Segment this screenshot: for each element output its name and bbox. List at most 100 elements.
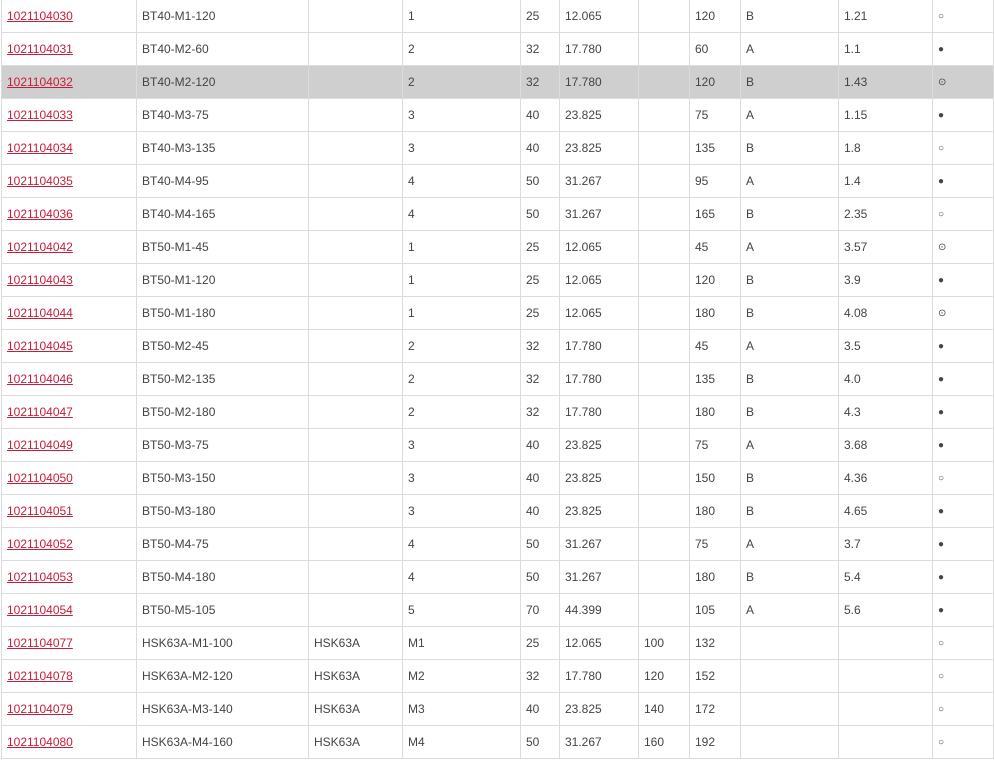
cell-text: 2 <box>408 372 415 386</box>
part-code-cell[interactable]: 1021104045 <box>1 329 137 363</box>
part-code-link[interactable]: 1021104049 <box>7 438 73 452</box>
part-code-cell[interactable]: 1021104052 <box>1 527 137 561</box>
part-code-cell[interactable]: 1021104053 <box>1 560 137 594</box>
table-row[interactable]: 1021104054 BT50-M5-105 5 70 44.399 105 A 5.6 ● <box>1 593 994 627</box>
table-row[interactable]: 1021104052 BT50-M4-75 4 50 31.267 75 A 3.7 ● <box>1 527 994 561</box>
part-code-link[interactable]: 1021104077 <box>7 636 73 650</box>
table-row[interactable]: 1021104046 BT50-M2-135 2 32 17.780 135 B 4.0 ● <box>1 362 994 396</box>
table-row[interactable]: 1021104047 BT50-M2-180 2 32 17.780 180 B 4.3 ● <box>1 395 994 429</box>
part-code-cell[interactable]: 1021104080 <box>1 725 137 759</box>
part-code-link[interactable]: 1021104078 <box>7 669 73 683</box>
table-row[interactable]: 1021104030 BT40-M1-120 1 25 12.065 120 B 1.21 ○ <box>1 0 994 33</box>
size-cell: 3 <box>402 428 521 462</box>
part-code-link[interactable]: 1021104047 <box>7 405 73 419</box>
size-cell: 4 <box>402 197 521 231</box>
part-code-cell[interactable]: 1021104051 <box>1 494 137 528</box>
part-code-link[interactable]: 1021104046 <box>7 372 73 386</box>
part-code-cell[interactable]: 1021104046 <box>1 362 137 396</box>
size-cell: M3 <box>402 692 521 726</box>
table-row[interactable]: 1021104044 BT50-M1-180 1 25 12.065 180 B 4.08 ⊙ <box>1 296 994 330</box>
part-code-link[interactable]: 1021104030 <box>7 9 73 23</box>
cell-text: 50 <box>526 570 540 584</box>
part-code-link[interactable]: 1021104032 <box>7 75 73 89</box>
cell-text: B <box>746 273 755 287</box>
table-row[interactable]: 1021104077 HSK63A-M1-100 HSK63A M1 25 12.065 1… <box>1 626 994 660</box>
table-row[interactable]: 1021104050 BT50-M3-150 3 40 23.825 150 B 4.36 ○ <box>1 461 994 495</box>
part-code-cell[interactable]: 1021104050 <box>1 461 137 495</box>
table-row[interactable]: 1021104032 BT40-M2-120 2 32 17.780 120 B 1.43 ⊙ <box>1 65 994 99</box>
part-code-cell[interactable]: 1021104077 <box>1 626 137 660</box>
cell-text: B <box>746 306 755 320</box>
stock-status-icon: ⊙ <box>938 76 947 88</box>
part-code-link[interactable]: 1021104054 <box>7 603 73 617</box>
part-code-link[interactable]: 1021104053 <box>7 570 73 584</box>
diameter-cell: 50 <box>520 560 560 594</box>
cell-text: A <box>746 42 755 56</box>
part-code-link[interactable]: 1021104036 <box>7 207 73 221</box>
size-cell: 3 <box>402 494 521 528</box>
part-code-cell[interactable]: 1021104049 <box>1 428 137 462</box>
table-row[interactable]: 1021104031 BT40-M2-60 2 32 17.780 60 A 1.1 ● <box>1 32 994 66</box>
table-row[interactable]: 1021104078 HSK63A-M2-120 HSK63A M2 32 17.780 1… <box>1 659 994 693</box>
part-code-cell[interactable]: 1021104030 <box>1 0 137 33</box>
part-code-link[interactable]: 1021104034 <box>7 141 73 155</box>
part-code-cell[interactable]: 1021104031 <box>1 32 137 66</box>
part-code-cell[interactable]: 1021104078 <box>1 659 137 693</box>
table-row[interactable]: 1021104051 BT50-M3-180 3 40 23.825 180 B 4.65 ● <box>1 494 994 528</box>
table-row[interactable]: 1021104053 BT50-M4-180 4 50 31.267 180 B 5.4 ● <box>1 560 994 594</box>
cell-text: 32 <box>526 669 540 683</box>
cell-text: 2.35 <box>844 207 868 221</box>
dimension-cell: 17.780 <box>559 32 639 66</box>
cell-text: 75 <box>695 108 709 122</box>
model-cell: BT50-M1-180 <box>136 296 309 330</box>
part-code-link[interactable]: 1021104080 <box>7 735 73 749</box>
table-row[interactable]: 1021104035 BT40-M4-95 4 50 31.267 95 A 1.4 ● <box>1 164 994 198</box>
part-code-link[interactable]: 1021104042 <box>7 240 73 254</box>
part-code-link[interactable]: 1021104031 <box>7 42 73 56</box>
part-code-link[interactable]: 1021104043 <box>7 273 73 287</box>
part-code-cell[interactable]: 1021104033 <box>1 98 137 132</box>
table-row[interactable]: 1021104034 BT40-M3-135 3 40 23.825 135 B 1.8 ○ <box>1 131 994 165</box>
part-code-link[interactable]: 1021104050 <box>7 471 73 485</box>
model-cell: BT50-M3-150 <box>136 461 309 495</box>
size-cell: M4 <box>402 725 521 759</box>
table-row[interactable]: 1021104043 BT50-M1-120 1 25 12.065 120 B 3.9 ● <box>1 263 994 297</box>
part-code-link[interactable]: 1021104035 <box>7 174 73 188</box>
part-code-cell[interactable]: 1021104043 <box>1 263 137 297</box>
part-code-link[interactable]: 1021104079 <box>7 702 73 716</box>
length-l1-cell <box>638 263 690 297</box>
part-code-link[interactable]: 1021104051 <box>7 504 73 518</box>
part-code-cell[interactable]: 1021104035 <box>1 164 137 198</box>
part-code-cell[interactable]: 1021104042 <box>1 230 137 264</box>
part-code-cell[interactable]: 1021104047 <box>1 395 137 429</box>
part-code-cell[interactable]: 1021104079 <box>1 692 137 726</box>
table-row[interactable]: 1021104079 HSK63A-M3-140 HSK63A M3 40 23.825 1… <box>1 692 994 726</box>
table-row[interactable]: 1021104036 BT40-M4-165 4 50 31.267 165 B 2.35 ○ <box>1 197 994 231</box>
cell-text: BT50-M3-180 <box>142 504 216 518</box>
part-code-link[interactable]: 1021104033 <box>7 108 73 122</box>
table-row[interactable]: 1021104045 BT50-M2-45 2 32 17.780 45 A 3.5 ● <box>1 329 994 363</box>
diameter-cell: 25 <box>520 0 560 33</box>
part-code-cell[interactable]: 1021104036 <box>1 197 137 231</box>
table-row[interactable]: 1021104049 BT50-M3-75 3 40 23.825 75 A 3.68 ● <box>1 428 994 462</box>
shank-cell <box>308 32 403 66</box>
part-code-cell[interactable]: 1021104044 <box>1 296 137 330</box>
part-code-cell[interactable]: 1021104054 <box>1 593 137 627</box>
cell-text: B <box>746 141 755 155</box>
shank-cell: HSK63A <box>308 659 403 693</box>
cell-text: 2 <box>408 42 415 56</box>
part-code-cell[interactable]: 1021104034 <box>1 131 137 165</box>
part-code-link[interactable]: 1021104044 <box>7 306 73 320</box>
table-row[interactable]: 1021104080 HSK63A-M4-160 HSK63A M4 50 31.267 1… <box>1 725 994 759</box>
part-code-link[interactable]: 1021104045 <box>7 339 73 353</box>
dimension-cell: 23.825 <box>559 98 639 132</box>
cell-text: 31.267 <box>565 537 602 551</box>
table-row[interactable]: 1021104042 BT50-M1-45 1 25 12.065 45 A 3.57 ⊙ <box>1 230 994 264</box>
cell-text: 5.4 <box>844 570 861 584</box>
cell-text: 25 <box>526 9 540 23</box>
part-code-link[interactable]: 1021104052 <box>7 537 73 551</box>
dimension-cell: 44.399 <box>559 593 639 627</box>
cell-text: 95 <box>695 174 709 188</box>
table-row[interactable]: 1021104033 BT40-M3-75 3 40 23.825 75 A 1.15 ● <box>1 98 994 132</box>
part-code-cell[interactable]: 1021104032 <box>1 65 137 99</box>
